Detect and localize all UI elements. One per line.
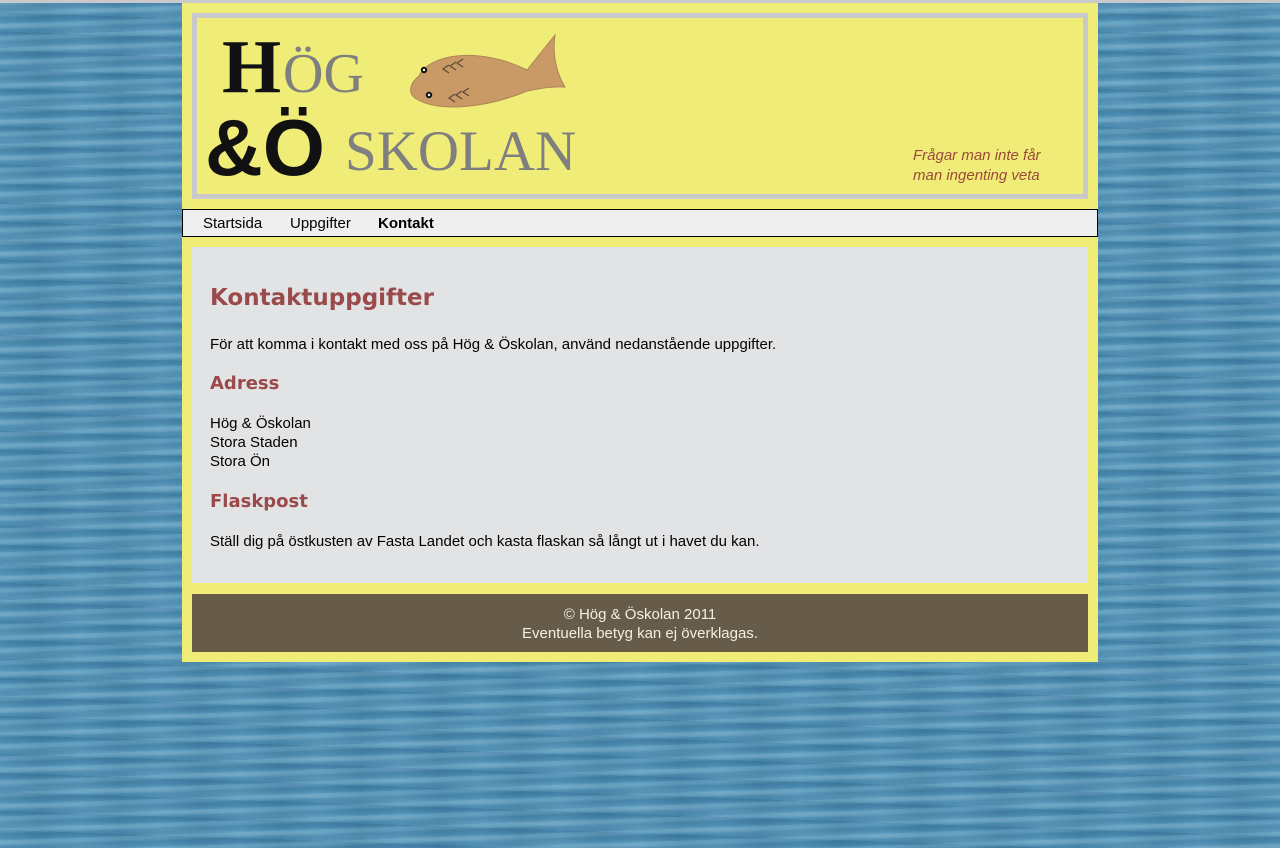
page-title: Kontaktuppgifter (210, 285, 434, 311)
logo-letter-h: H (222, 25, 281, 109)
tagline-line-1: Frågar man inte får (913, 147, 1041, 164)
logo-letters-skolan: SKOLAN (345, 120, 576, 183)
site-header: H ÖG &Ö SKOLAN Frågar man inte får man i… (192, 13, 1088, 199)
fish-icon (410, 33, 566, 108)
main-content: Kontaktuppgifter För att komma i kontakt… (192, 247, 1088, 583)
address-heading: Adress (210, 373, 280, 394)
footer-copyright: © Hög & Öskolan 2011 (563, 606, 717, 623)
bottlepost-heading: Flaskpost (210, 491, 308, 512)
bottlepost-text: Ställ dig på östkusten av Fasta Landet o… (210, 533, 760, 550)
page-container: H ÖG &Ö SKOLAN Frågar man inte får man i… (182, 3, 1098, 662)
address-line-2: Stora Staden (210, 434, 298, 451)
site-footer: © Hög & Öskolan 2011 Eventuella betyg ka… (192, 594, 1088, 652)
main-navigation: Startsida Uppgifter Kontakt (182, 209, 1098, 237)
nav-link-uppgifter[interactable]: Uppgifter (290, 215, 351, 232)
intro-text: För att komma i kontakt med oss på Hög &… (210, 336, 777, 353)
logo-letters-and-o: &Ö (205, 103, 325, 192)
logo-letters-og: ÖG (283, 43, 364, 105)
nav-link-kontakt[interactable]: Kontakt (378, 215, 434, 232)
address-line-3: Stora Ön (210, 453, 271, 470)
site-logo[interactable]: H ÖG &Ö SKOLAN (197, 18, 617, 194)
tagline-line-2: man ingenting veta (913, 167, 1040, 184)
site-tagline: Frågar man inte får man ingenting veta (913, 146, 1073, 186)
nav-link-startsida[interactable]: Startsida (203, 215, 262, 232)
address-line-1: Hög & Öskolan (210, 415, 311, 432)
footer-disclaimer: Eventuella betyg kan ej överklagas. (522, 625, 758, 642)
